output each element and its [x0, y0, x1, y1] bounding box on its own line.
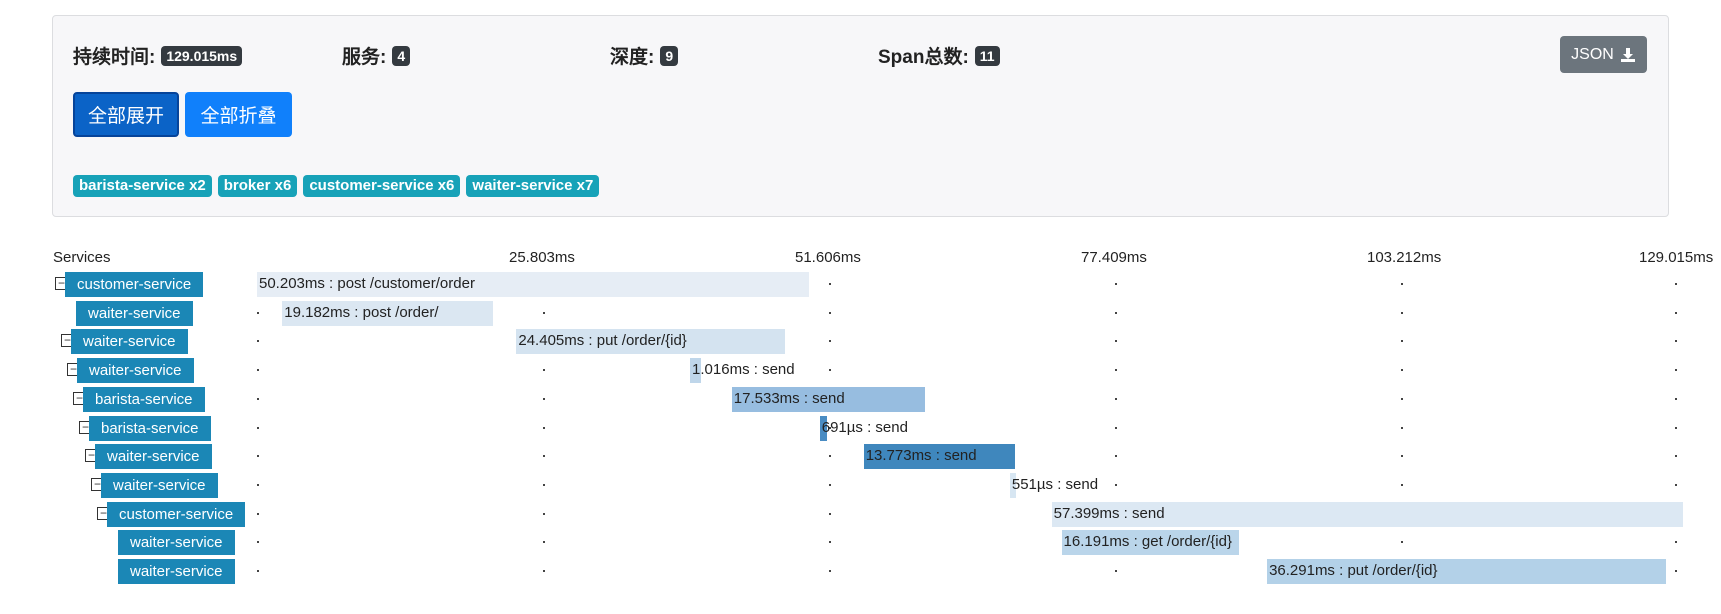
span-label: 24.405ms : put /order/{id} — [518, 332, 687, 350]
tick-dot — [257, 512, 259, 515]
span-label: 36.291ms : put /order/{id} — [1269, 562, 1438, 579]
tick-dot — [257, 311, 259, 314]
tick-dot — [829, 483, 831, 486]
tick-dot — [543, 512, 545, 515]
span-label: 13.773ms : send — [865, 447, 977, 465]
tick-dot — [1115, 570, 1117, 572]
tick-dot — [257, 369, 259, 372]
span-row[interactable]: waiter-service 36.291ms : put /order/{id} — [0, 557, 1721, 586]
tick-dot — [1401, 483, 1403, 486]
tick-label: 25.803ms — [509, 249, 575, 266]
tick-dot — [1675, 311, 1677, 314]
span-label: 19.182ms : post /order/ — [284, 303, 439, 321]
span-label: 1.016ms : send — [692, 361, 795, 379]
tick-dot — [1675, 455, 1677, 458]
tick-dot — [543, 541, 545, 544]
tick-dot — [257, 426, 259, 429]
service-name-chip[interactable]: waiter-service — [76, 300, 193, 326]
span-row[interactable]: − customer-service 57.399ms : send — [0, 500, 1721, 529]
tick-dot — [1675, 483, 1677, 486]
tick-dot — [1401, 426, 1403, 429]
span-row[interactable]: waiter-service 16.191ms : get /order/{id} — [0, 528, 1721, 557]
tick-dot — [829, 455, 831, 458]
tick-dot — [1115, 369, 1117, 372]
span-row[interactable]: waiter-service 19.182ms : post /order/ — [0, 299, 1721, 328]
service-name-chip[interactable]: waiter-service — [95, 444, 212, 470]
span-row[interactable]: − barista-service 691µs : send — [0, 414, 1721, 443]
tick-dot — [257, 455, 259, 458]
service-name-chip[interactable]: customer-service — [107, 501, 246, 527]
tick-dot — [1675, 340, 1677, 343]
tick-label: 129.015ms — [1639, 249, 1714, 266]
tick-dot — [543, 397, 545, 400]
tick-dot — [1401, 311, 1403, 314]
span-row[interactable]: − waiter-service 24.405ms : put /order/{id… — [0, 327, 1721, 356]
span-label: 57.399ms : send — [1053, 504, 1165, 522]
tick-dot — [1115, 483, 1117, 486]
span-label: 551µs : send — [1011, 475, 1099, 493]
tick-label: 103.212ms — [1367, 249, 1442, 266]
tick-dot — [1401, 397, 1403, 400]
tick-dot — [1401, 283, 1403, 285]
service-name-chip[interactable]: barista-service — [83, 386, 205, 412]
tick-dot — [1401, 455, 1403, 458]
tick-dot — [1401, 340, 1403, 343]
tick-dot — [1401, 541, 1403, 544]
tick-label: 51.606ms — [795, 249, 861, 266]
tick-dot — [543, 483, 545, 486]
span-row[interactable]: − waiter-service 13.773ms : send — [0, 442, 1721, 471]
span-row[interactable]: − barista-service 17.533ms : send — [0, 385, 1721, 414]
tick-dot — [1401, 369, 1403, 372]
tick-dot — [1675, 283, 1677, 285]
tick-dot — [543, 570, 545, 572]
tick-dot — [1115, 426, 1117, 429]
tick-dot — [829, 311, 831, 314]
tick-dot — [1115, 340, 1117, 343]
span-row[interactable]: − waiter-service 1.016ms : send — [0, 356, 1721, 385]
tick-dot — [1675, 570, 1677, 572]
tick-dot — [1675, 397, 1677, 400]
span-label: 691µs : send — [821, 418, 908, 436]
tick-dot — [829, 369, 831, 372]
tick-dot — [1115, 283, 1117, 285]
tick-dot — [1675, 541, 1677, 544]
tick-dot — [543, 455, 545, 458]
tick-dot — [1115, 455, 1117, 458]
service-name-chip[interactable]: waiter-service — [77, 358, 194, 384]
tick-dot — [257, 570, 259, 572]
tick-dot — [1115, 397, 1117, 400]
service-name-chip[interactable]: barista-service — [89, 415, 211, 441]
tick-dot — [543, 369, 545, 372]
trace-timeline: Services 25.803ms 51.606ms 77.409ms 103.… — [0, 0, 1721, 614]
tick-dot — [829, 512, 831, 515]
tick-dot — [829, 570, 831, 572]
service-name-chip[interactable]: customer-service — [65, 272, 204, 297]
tick-dot — [829, 340, 831, 343]
tick-dot — [257, 541, 259, 544]
tick-dot — [543, 426, 545, 429]
tick-dot — [543, 311, 545, 314]
tick-dot — [257, 397, 259, 400]
services-column-header: Services — [53, 249, 111, 266]
service-name-chip[interactable]: waiter-service — [71, 329, 188, 355]
service-name-chip[interactable]: waiter-service — [101, 472, 218, 498]
service-name-chip[interactable]: waiter-service — [118, 559, 235, 584]
tick-dot — [1675, 426, 1677, 429]
tick-label: 77.409ms — [1081, 249, 1147, 266]
span-row[interactable]: − customer-service 50.203ms : post /custom… — [0, 270, 1721, 299]
span-label: 50.203ms : post /customer/order — [259, 275, 475, 292]
service-name-chip[interactable]: waiter-service — [118, 530, 235, 556]
tick-dot — [829, 541, 831, 544]
span-row[interactable]: − waiter-service 551µs : send — [0, 471, 1721, 500]
span-label: 16.191ms : get /order/{id} — [1063, 533, 1232, 551]
span-label: 17.533ms : send — [733, 389, 845, 407]
tick-dot — [257, 340, 259, 343]
tick-dot — [1675, 369, 1677, 372]
tick-dot — [1115, 311, 1117, 314]
tick-dot — [829, 283, 831, 285]
tick-dot — [257, 483, 259, 486]
